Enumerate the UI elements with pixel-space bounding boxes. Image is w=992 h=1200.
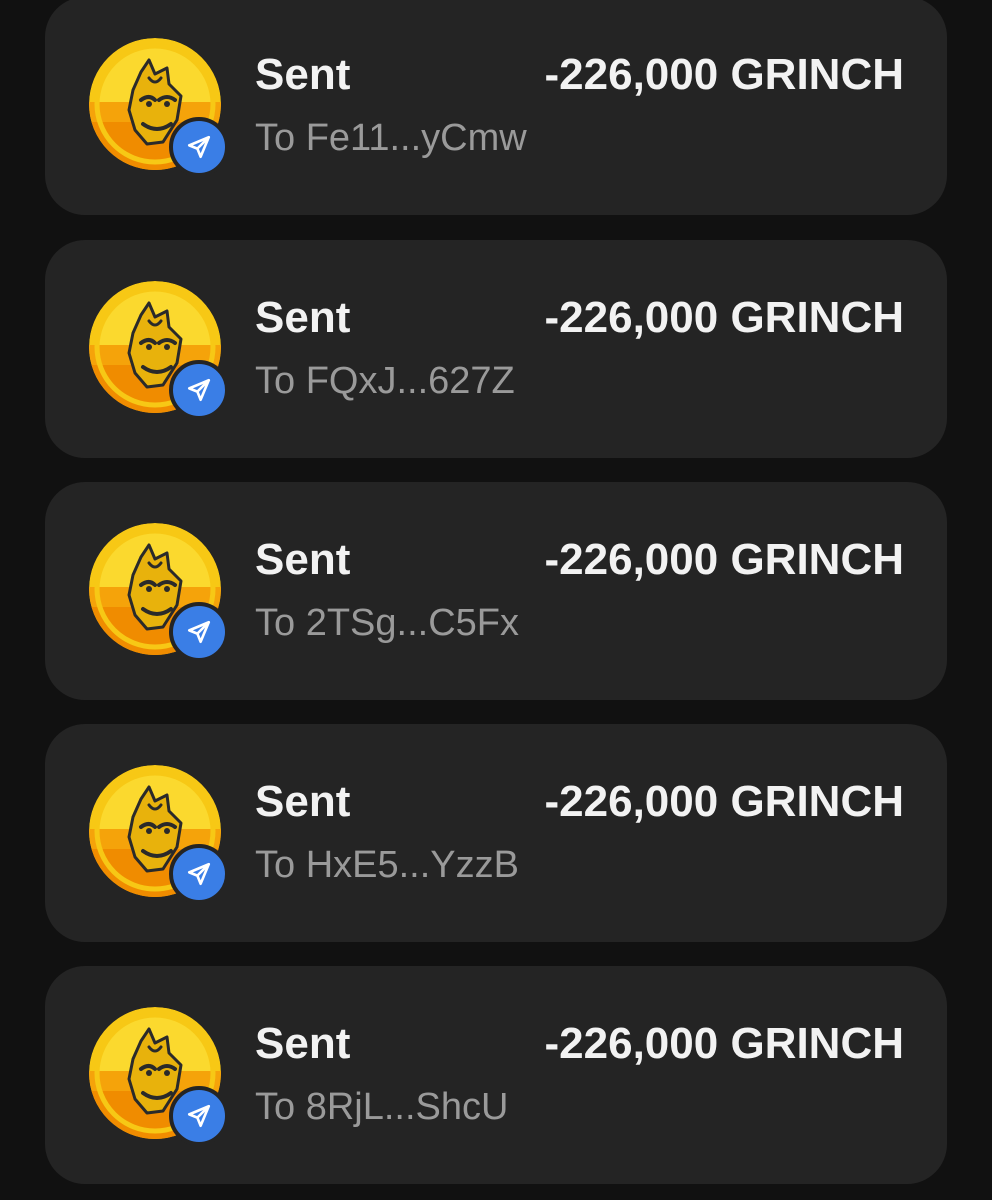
send-arrow-icon (169, 117, 229, 177)
transaction-item[interactable]: Sent -226,000 GRINCH To Fe11...yCmw (45, 0, 947, 215)
token-avatar (89, 38, 229, 177)
transaction-recipient: To Fe11...yCmw (255, 117, 527, 159)
transaction-amount: -226,000 GRINCH (544, 777, 904, 826)
transaction-type: Sent (255, 535, 351, 584)
transaction-recipient: To 8RjL...ShcU (255, 1086, 509, 1128)
token-avatar (89, 523, 229, 662)
transaction-type: Sent (255, 1019, 351, 1068)
transaction-amount: -226,000 GRINCH (544, 1019, 904, 1068)
send-arrow-icon (169, 360, 229, 420)
transaction-recipient: To FQxJ...627Z (255, 360, 515, 402)
transaction-item[interactable]: Sent -226,000 GRINCH To 2TSg...C5Fx (45, 482, 947, 700)
transaction-type: Sent (255, 50, 351, 99)
send-arrow-icon (169, 602, 229, 662)
transaction-item[interactable]: Sent -226,000 GRINCH To FQxJ...627Z (45, 240, 947, 458)
token-avatar (89, 765, 229, 904)
transaction-list: Sent -226,000 GRINCH To Fe11...yCmw Sent… (0, 0, 992, 1200)
transaction-recipient: To 2TSg...C5Fx (255, 602, 519, 644)
token-avatar (89, 1007, 229, 1146)
transaction-type: Sent (255, 293, 351, 342)
send-arrow-icon (169, 844, 229, 904)
transaction-amount: -226,000 GRINCH (544, 535, 904, 584)
token-avatar (89, 281, 229, 420)
transaction-recipient: To HxE5...YzzB (255, 844, 519, 886)
transaction-item[interactable]: Sent -226,000 GRINCH To HxE5...YzzB (45, 724, 947, 942)
transaction-type: Sent (255, 777, 351, 826)
send-arrow-icon (169, 1086, 229, 1146)
transaction-item[interactable]: Sent -226,000 GRINCH To 8RjL...ShcU (45, 966, 947, 1184)
transaction-amount: -226,000 GRINCH (544, 293, 904, 342)
transaction-amount: -226,000 GRINCH (544, 50, 904, 99)
